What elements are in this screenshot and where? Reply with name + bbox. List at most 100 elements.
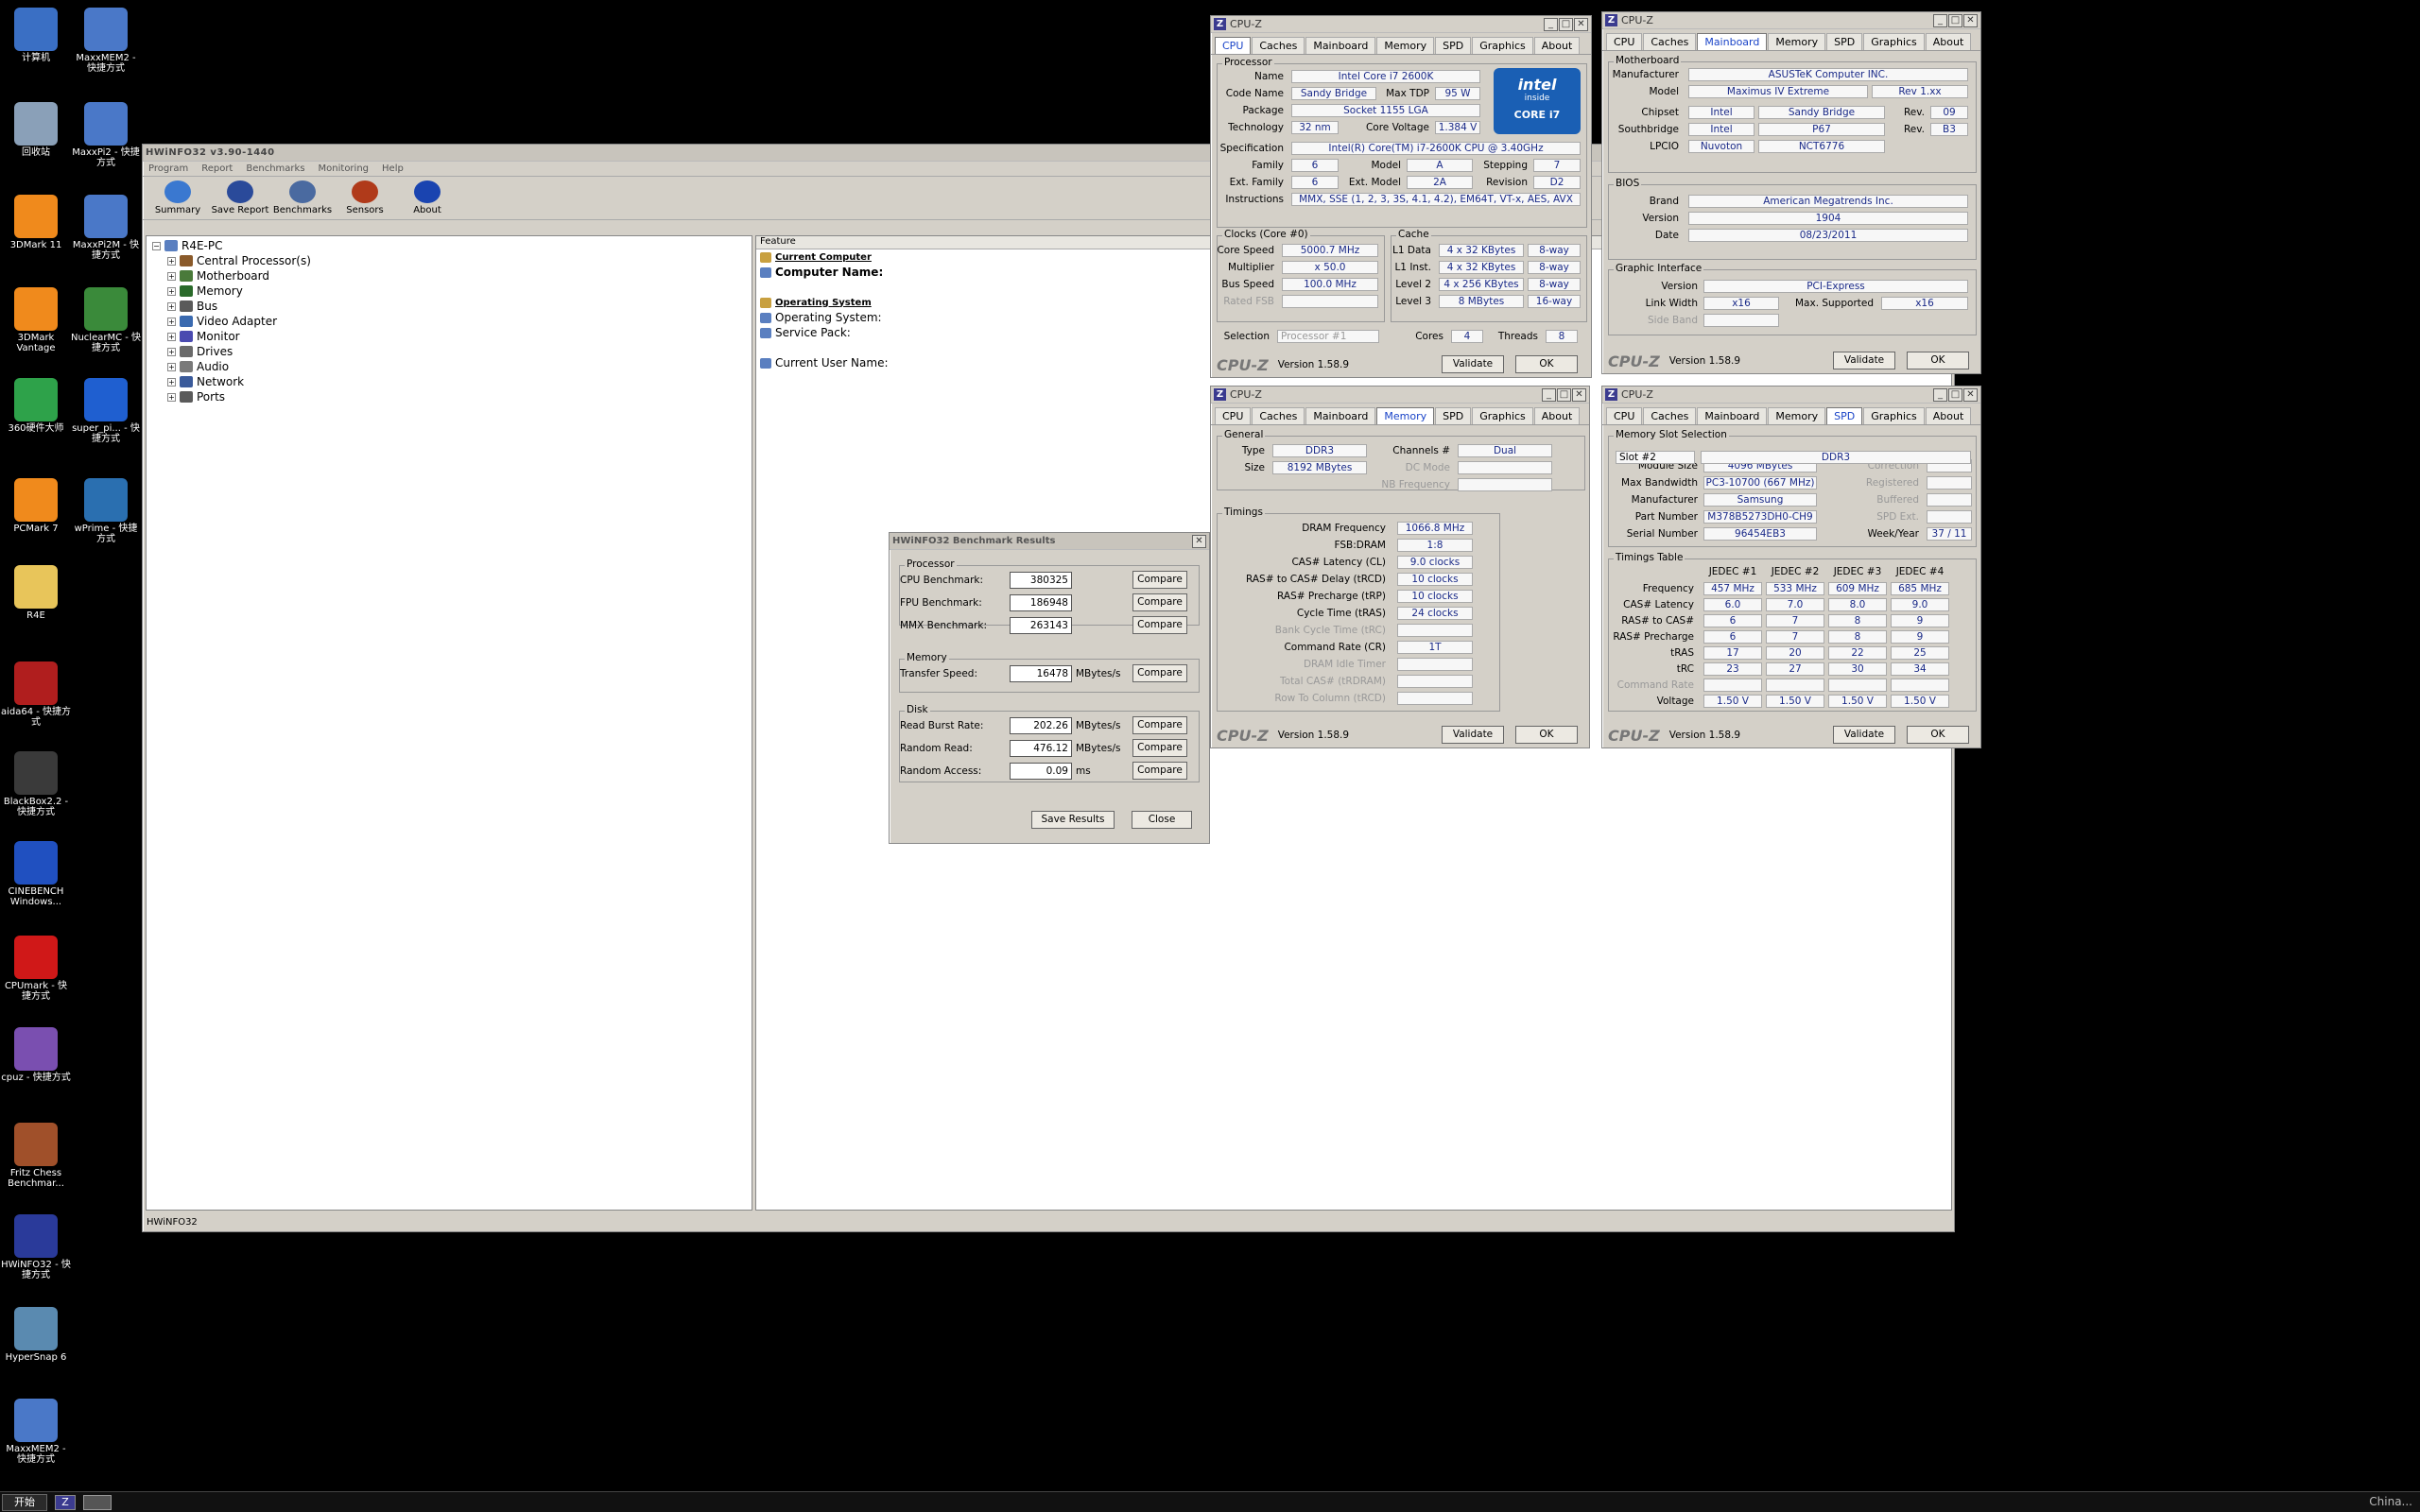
processor-select[interactable]: Processor #1: [1277, 330, 1379, 343]
cpuz-title-bar[interactable]: Z CPU-Z _ □ ✕: [1211, 387, 1589, 404]
compare-button[interactable]: Compare: [1132, 762, 1187, 780]
tab-about[interactable]: About: [1925, 33, 1972, 50]
tab-graphics[interactable]: Graphics: [1472, 407, 1533, 424]
expand-icon[interactable]: +: [167, 347, 176, 356]
toolbar-button[interactable]: Sensors: [334, 180, 396, 215]
tab-caches[interactable]: Caches: [1252, 407, 1305, 424]
tree-item[interactable]: + Audio: [147, 359, 752, 374]
desktop-icon[interactable]: CPUmark - 快捷方式: [0, 936, 72, 1002]
cpuz-title-bar[interactable]: Z CPU-Z _ □ ✕: [1211, 16, 1591, 33]
close-icon[interactable]: ✕: [1572, 387, 1586, 402]
taskbar-cpuz-button[interactable]: Z: [55, 1495, 76, 1510]
expand-icon[interactable]: +: [167, 256, 176, 266]
validate-button[interactable]: Validate: [1833, 726, 1895, 744]
tree-item[interactable]: + Monitor: [147, 329, 752, 344]
tab-spd[interactable]: SPD: [1435, 407, 1472, 424]
tab-caches[interactable]: Caches: [1252, 37, 1305, 54]
maximize-icon[interactable]: □: [1948, 387, 1962, 402]
desktop-icon[interactable]: 360硬件大师: [0, 378, 72, 434]
desktop-icon[interactable]: aida64 - 快捷方式: [0, 662, 72, 728]
minimize-icon[interactable]: _: [1544, 17, 1558, 31]
desktop-icon[interactable]: PCMark 7: [0, 478, 72, 534]
tree-item[interactable]: + Drives: [147, 344, 752, 359]
toolbar-button[interactable]: About: [396, 180, 458, 215]
desktop-icon[interactable]: HWiNFO32 - 快捷方式: [0, 1214, 72, 1280]
tab-mainboard[interactable]: Mainboard: [1305, 37, 1376, 54]
ok-button[interactable]: OK: [1907, 352, 1969, 369]
tree-root[interactable]: − R4E-PC: [147, 238, 752, 253]
expand-icon[interactable]: +: [167, 377, 176, 387]
desktop-icon[interactable]: HyperSnap 6: [0, 1307, 72, 1363]
expand-icon[interactable]: +: [167, 317, 176, 326]
desktop-icon[interactable]: R4E: [0, 565, 72, 621]
desktop-icon[interactable]: MaxxPi2M - 快捷方式: [70, 195, 142, 261]
ok-button[interactable]: OK: [1515, 355, 1578, 373]
tab-about[interactable]: About: [1533, 407, 1581, 424]
toolbar-button[interactable]: Save Report: [209, 180, 271, 215]
tab-graphics[interactable]: Graphics: [1472, 37, 1533, 54]
validate-button[interactable]: Validate: [1442, 355, 1504, 373]
toolbar-button[interactable]: Summary: [147, 180, 209, 215]
close-icon[interactable]: ✕: [1963, 13, 1978, 27]
validate-button[interactable]: Validate: [1833, 352, 1895, 369]
expand-icon[interactable]: +: [167, 286, 176, 296]
tab-cpu[interactable]: CPU: [1606, 33, 1643, 50]
cpuz-title-bar[interactable]: Z CPU-Z _ □ ✕: [1602, 12, 1980, 29]
tab-caches[interactable]: Caches: [1643, 407, 1697, 424]
tab-cpu[interactable]: CPU: [1606, 407, 1643, 424]
benchmark-title-bar[interactable]: HWiNFO32 Benchmark Results ✕: [890, 533, 1209, 550]
compare-button[interactable]: Compare: [1132, 739, 1187, 757]
collapse-icon[interactable]: −: [152, 241, 161, 250]
tab-memory[interactable]: Memory: [1376, 37, 1435, 54]
tab-mainboard[interactable]: Mainboard: [1697, 33, 1768, 50]
close-icon[interactable]: ✕: [1963, 387, 1978, 402]
menu-item[interactable]: Report: [201, 163, 233, 174]
menu-item[interactable]: Monitoring: [319, 163, 369, 174]
tab-caches[interactable]: Caches: [1643, 33, 1697, 50]
desktop-icon[interactable]: MaxxPi2 - 快捷方式: [70, 102, 142, 168]
compare-button[interactable]: Compare: [1132, 716, 1187, 734]
menu-item[interactable]: Help: [382, 163, 404, 174]
close-icon[interactable]: ✕: [1574, 17, 1588, 31]
cpuz-title-bar[interactable]: Z CPU-Z _ □ ✕: [1602, 387, 1980, 404]
ok-button[interactable]: OK: [1515, 726, 1578, 744]
desktop-icon[interactable]: CINEBENCH Windows...: [0, 841, 72, 907]
desktop-icon[interactable]: MaxxMEM2 - 快捷方式: [0, 1399, 72, 1465]
compare-button[interactable]: Compare: [1132, 593, 1187, 611]
desktop-icon[interactable]: 3DMark Vantage: [0, 287, 72, 353]
desktop-icon[interactable]: NuclearMC - 快捷方式: [70, 287, 142, 353]
expand-icon[interactable]: +: [167, 392, 176, 402]
ok-button[interactable]: OK: [1907, 726, 1969, 744]
tree-item[interactable]: + Ports: [147, 389, 752, 404]
desktop-icon[interactable]: wPrime - 快捷方式: [70, 478, 142, 544]
tree-item[interactable]: + Memory: [147, 284, 752, 299]
tab-about[interactable]: About: [1925, 407, 1972, 424]
compare-button[interactable]: Compare: [1132, 664, 1187, 682]
slot-select[interactable]: Slot #2: [1616, 451, 1695, 464]
tab-mainboard[interactable]: Mainboard: [1697, 407, 1768, 424]
minimize-icon[interactable]: _: [1542, 387, 1556, 402]
save-results-button[interactable]: Save Results: [1031, 811, 1115, 829]
tab-about[interactable]: About: [1533, 37, 1581, 54]
taskbar-hwinfo-button[interactable]: [83, 1495, 112, 1510]
maximize-icon[interactable]: □: [1557, 387, 1571, 402]
desktop-icon[interactable]: 计算机: [0, 8, 72, 63]
desktop-icon[interactable]: Fritz Chess Benchmar...: [0, 1123, 72, 1189]
tab-cpu[interactable]: CPU: [1215, 407, 1252, 424]
tree-item[interactable]: + Central Processor(s): [147, 253, 752, 268]
desktop-icon[interactable]: 回收站: [0, 102, 72, 158]
tab-spd[interactable]: SPD: [1826, 407, 1863, 424]
expand-icon[interactable]: +: [167, 301, 176, 311]
tree-item[interactable]: + Motherboard: [147, 268, 752, 284]
expand-icon[interactable]: +: [167, 332, 176, 341]
close-button[interactable]: Close: [1132, 811, 1192, 829]
desktop-icon[interactable]: BlackBox2.2 - 快捷方式: [0, 751, 72, 817]
tab-spd[interactable]: SPD: [1435, 37, 1472, 54]
tree-item[interactable]: + Network: [147, 374, 752, 389]
expand-icon[interactable]: +: [167, 362, 176, 371]
expand-icon[interactable]: +: [167, 271, 176, 281]
compare-button[interactable]: Compare: [1132, 571, 1187, 589]
toolbar-button[interactable]: Benchmarks: [271, 180, 334, 215]
minimize-icon[interactable]: _: [1933, 387, 1947, 402]
tab-mainboard[interactable]: Mainboard: [1305, 407, 1376, 424]
